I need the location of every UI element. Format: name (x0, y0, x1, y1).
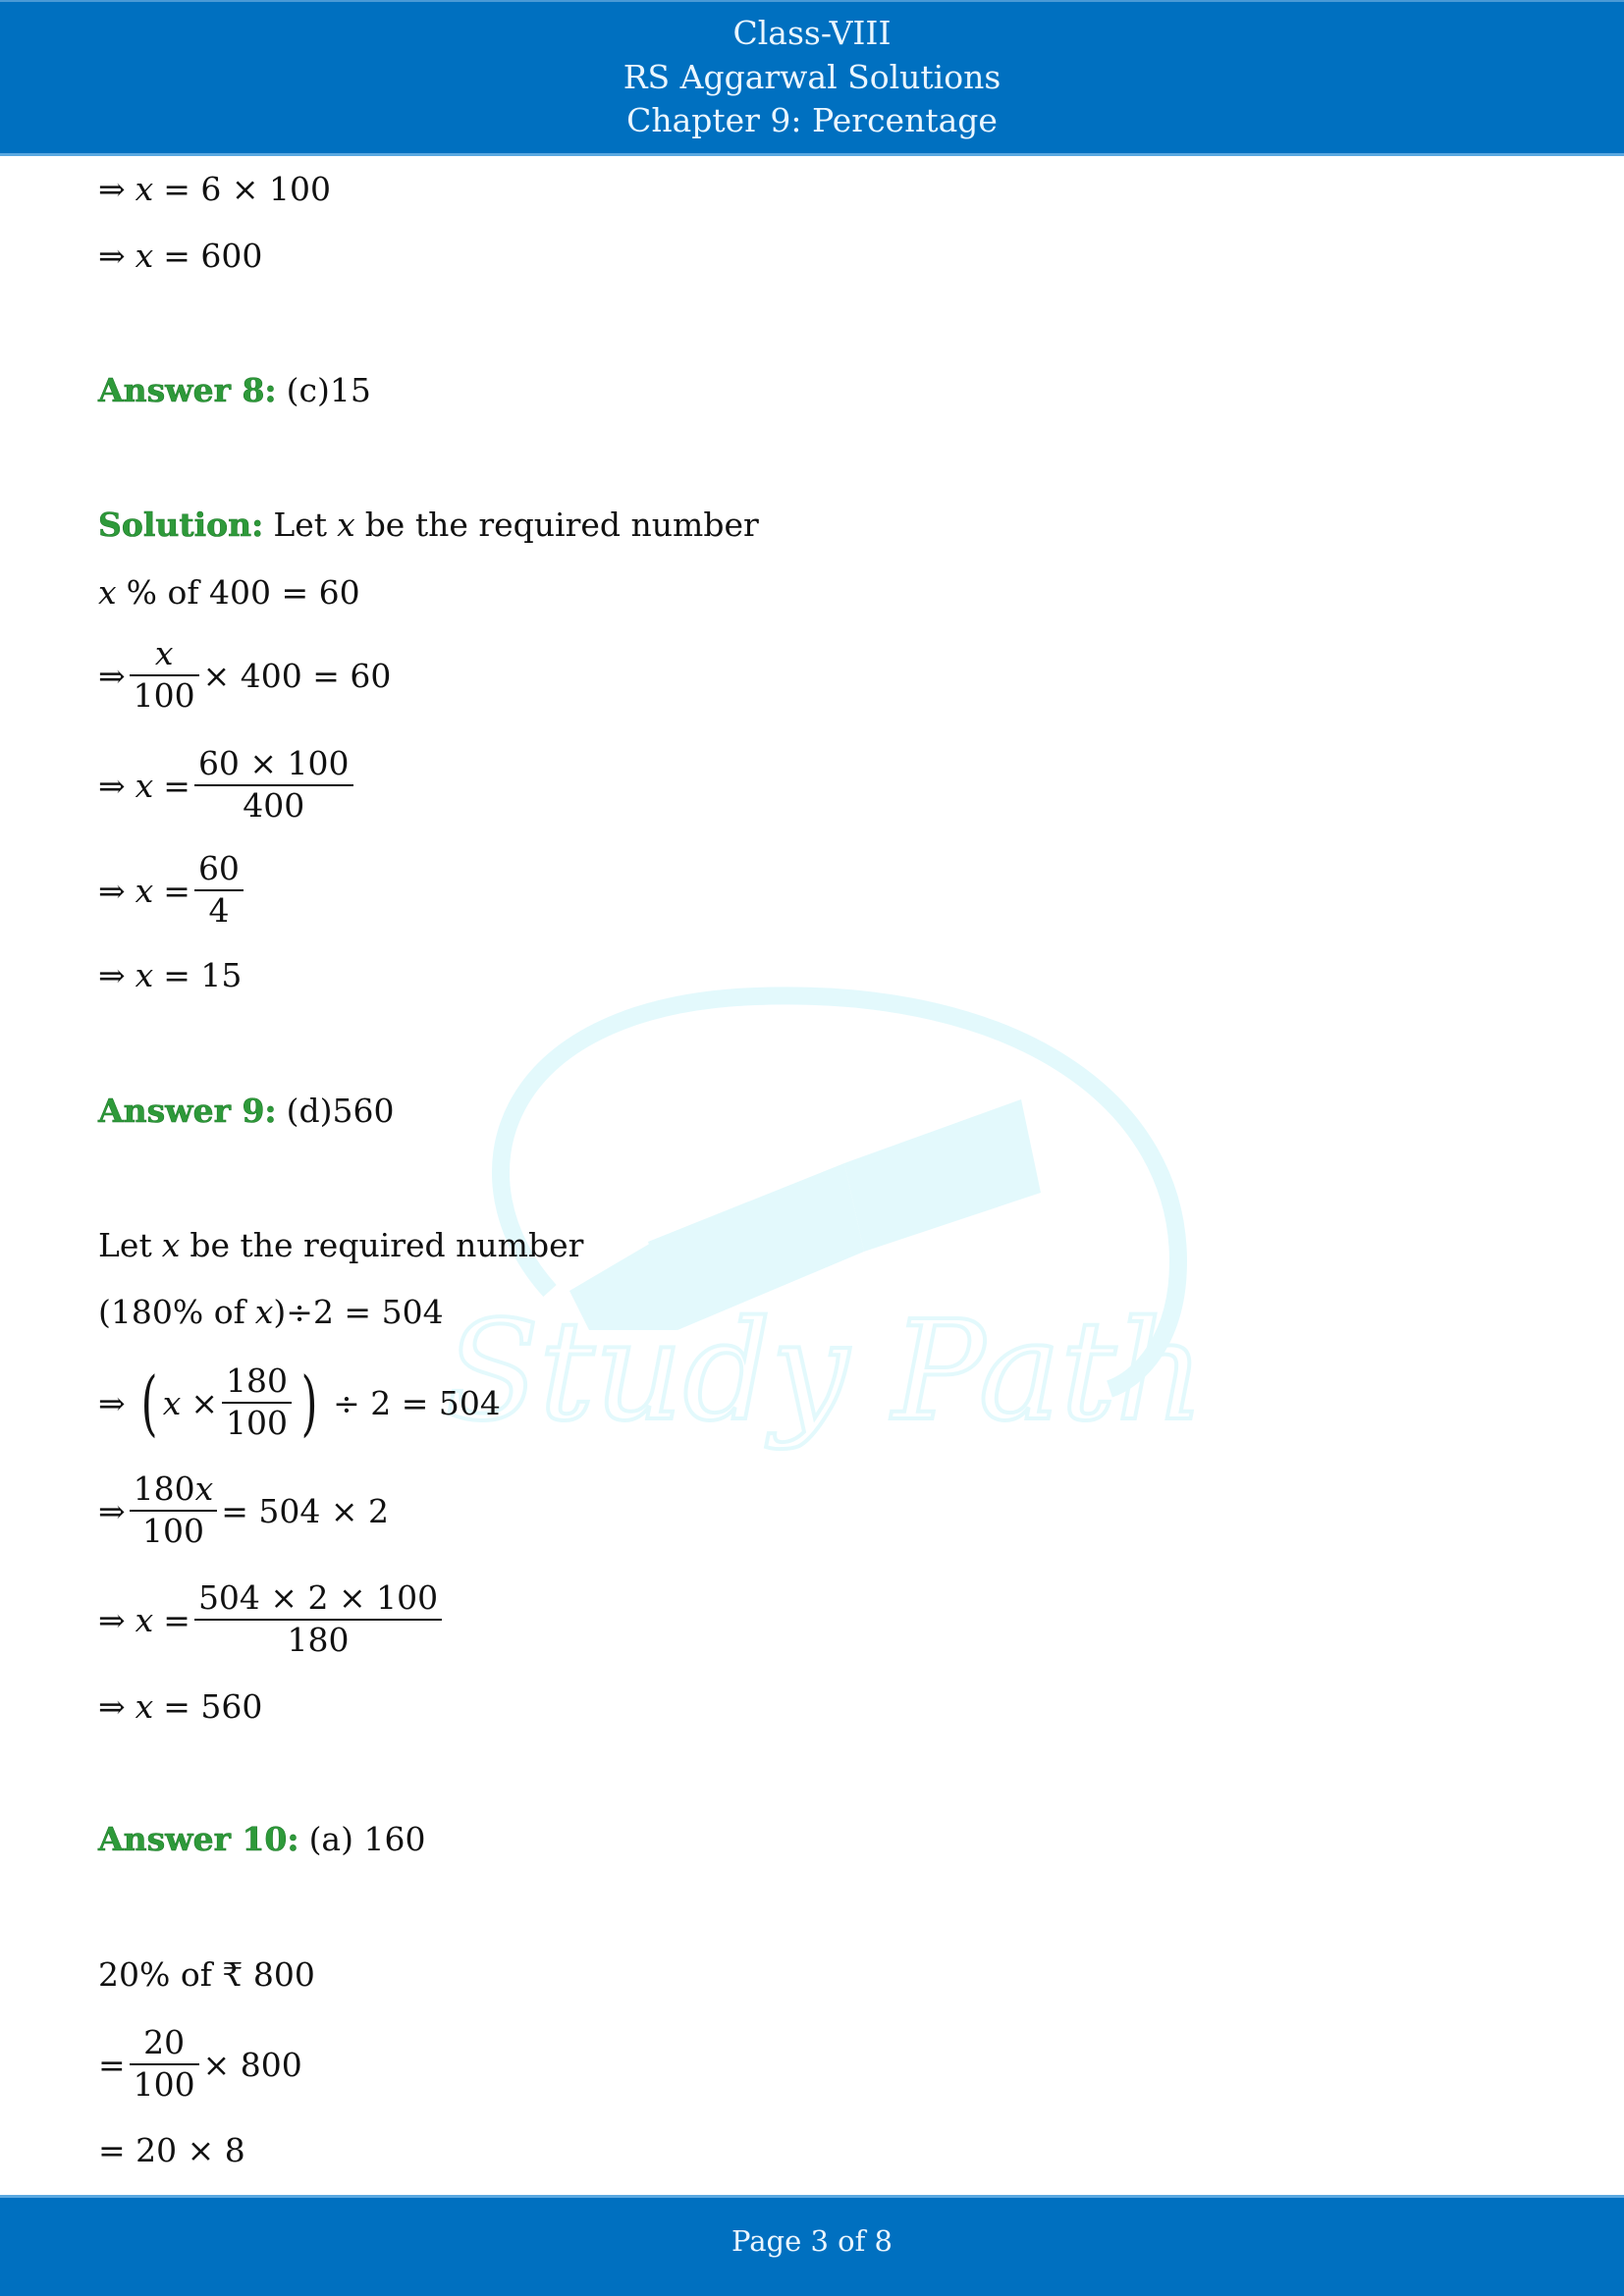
math-line: = 20 × 8 (98, 2130, 245, 2169)
fraction: 60 4 (193, 852, 244, 928)
page-header: Class-VIII RS Aggarwal Solutions Chapter… (0, 0, 1624, 156)
fountain-pen-icon (569, 1099, 1041, 1330)
watermark-swoosh-icon (491, 987, 1188, 1398)
math-line: (180% of x )÷2 = 504 (98, 1292, 444, 1331)
solution-intro: Let x be the required number (98, 1225, 584, 1264)
math-line: ⇒ x = 504 × 2 × 100 180 (98, 1581, 446, 1657)
answer-label: Answer 10: (98, 1819, 299, 1858)
answer-9-heading: Answer 9: (d)560 (98, 1091, 395, 1130)
study-path-watermark: Study Path (443, 987, 1207, 1454)
answer-10-heading: Answer 10: (a) 160 (98, 1819, 426, 1858)
math-line: ⇒ x 100 × 400 = 60 (98, 634, 392, 715)
fraction: 180x 100 (129, 1472, 218, 1548)
answer-value: (c)15 (286, 370, 371, 409)
math-line: 20% of ₹ 800 (98, 1954, 315, 1994)
answer-label: Answer 9: (98, 1091, 277, 1130)
page-footer: Page 3 of 8 (0, 2195, 1624, 2296)
solution-label: Solution: (98, 505, 264, 544)
answer-8-heading: Answer 8: (c)15 (98, 370, 371, 409)
math-line: ⇒ x = 6 × 100 (98, 169, 332, 208)
header-chapter: Chapter 9: Percentage (626, 101, 998, 139)
math-line: ⇒ x = 560 (98, 1686, 263, 1726)
math-line: ⇒ x = 15 (98, 955, 243, 994)
header-class: Class-VIII (732, 14, 892, 52)
header-book-title: RS Aggarwal Solutions (623, 58, 1001, 96)
solution-intro: Solution: Let x be the required number (98, 505, 759, 544)
fraction: x 100 (129, 637, 199, 713)
answer-value: (a) 160 (308, 1819, 426, 1858)
fraction: 60 × 100 400 (193, 747, 353, 823)
math-line: = 20 100 × 800 (98, 2023, 302, 2104)
answer-label: Answer 8: (98, 370, 277, 409)
fraction: 180 100 (222, 1364, 293, 1440)
page-number: Page 3 of 8 (731, 2224, 893, 2258)
fraction: 504 × 2 × 100 180 (193, 1581, 443, 1657)
answer-value: (d)560 (286, 1091, 395, 1130)
math-line: x % of 400 = 60 (98, 572, 360, 612)
math-line: ⇒ 180x 100 = 504 × 2 (98, 1469, 390, 1550)
math-line: ⇒ x = 60 × 100 400 (98, 747, 357, 823)
watermark-text: Study Path (445, 1292, 1204, 1452)
math-line: ⇒ x = 60 4 (98, 852, 247, 928)
fraction: 20 100 (129, 2026, 199, 2102)
math-line: ⇒ x = 600 (98, 236, 263, 275)
math-line: ⇒ ( x × 180 100 ) ÷ 2 = 504 (98, 1362, 501, 1444)
